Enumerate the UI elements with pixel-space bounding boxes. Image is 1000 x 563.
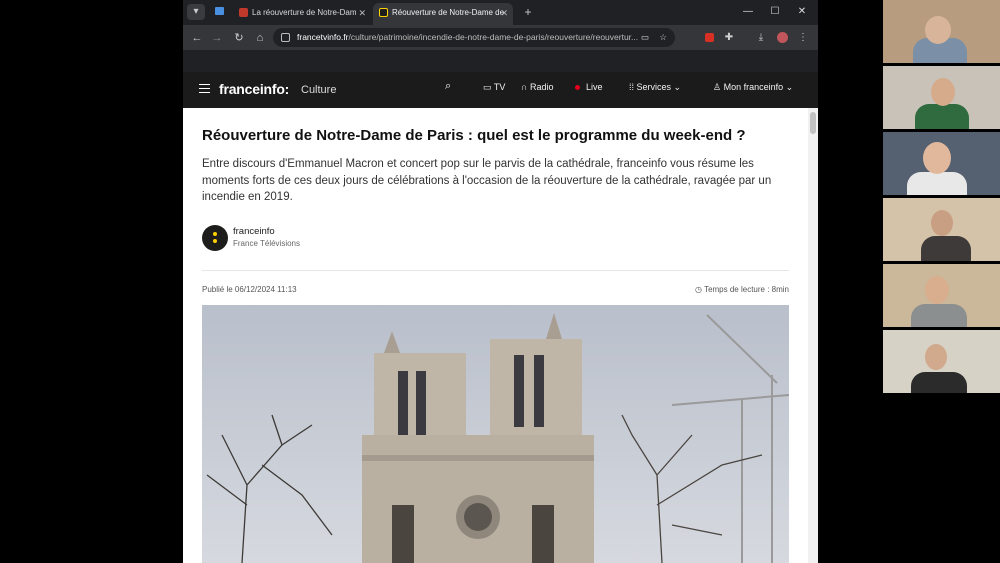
section-label[interactable]: Culture bbox=[301, 84, 336, 96]
bookmark-star-icon[interactable]: ☆ bbox=[659, 28, 667, 47]
chevron-down-icon: ⌄ bbox=[783, 82, 794, 92]
divider bbox=[202, 270, 789, 271]
hero-image[interactable] bbox=[202, 305, 789, 563]
participant-tile[interactable] bbox=[883, 330, 1000, 393]
logo-dot bbox=[213, 232, 217, 236]
download-icon[interactable]: ⤓ bbox=[753, 30, 769, 46]
address-bar[interactable]: francetvinfo.fr/culture/patrimoine/incen… bbox=[273, 28, 675, 47]
browser-window: ▾ La réouverture de Notre-Dam ✕ Réouvert… bbox=[183, 0, 818, 563]
page-scrollbar[interactable] bbox=[808, 108, 818, 563]
extensions-puzzle-icon[interactable]: ✚ bbox=[721, 30, 737, 46]
tab-group-icon[interactable] bbox=[210, 4, 228, 20]
participant-tile[interactable] bbox=[883, 0, 1000, 63]
site-logo[interactable]: franceinfo: bbox=[219, 81, 289, 97]
article-title: Réouverture de Notre-Dame de Paris : que… bbox=[202, 127, 746, 144]
tab-favicon-icon bbox=[379, 8, 388, 18]
profile-avatar[interactable] bbox=[774, 30, 790, 46]
reload-icon[interactable]: ↻ bbox=[231, 30, 247, 46]
participant-tile[interactable] bbox=[883, 132, 1000, 195]
close-window-icon[interactable]: ✕ bbox=[792, 4, 812, 20]
menu-kebab-icon[interactable]: ⋮ bbox=[795, 30, 811, 46]
tab-2-title: Réouverture de Notre-Dame de bbox=[392, 8, 505, 17]
spacer bbox=[183, 50, 818, 72]
url-host: francetvinfo.fr bbox=[297, 32, 349, 42]
grid-icon: ⁞⁞ bbox=[629, 82, 637, 92]
maximize-icon[interactable]: ☐ bbox=[765, 4, 785, 20]
nav-tv-label: TV bbox=[493, 82, 506, 92]
publish-date: Publié le 06/12/2024 11:13 bbox=[202, 285, 297, 294]
nav-radio[interactable]: ∩ Radio bbox=[521, 82, 554, 92]
forward-icon[interactable]: → bbox=[209, 30, 225, 46]
tab-1[interactable]: La réouverture de Notre-Dam ✕ bbox=[233, 3, 371, 25]
nav-services-label: Services bbox=[636, 82, 672, 92]
read-time-label: Temps de lecture : 8min bbox=[704, 285, 789, 294]
nav-radio-label: Radio bbox=[529, 82, 554, 92]
cathedral-photo bbox=[202, 305, 789, 563]
tab-strip: ▾ La réouverture de Notre-Dam ✕ Réouvert… bbox=[183, 0, 818, 25]
nav-live[interactable]: Live bbox=[575, 82, 603, 92]
author-avatar[interactable] bbox=[202, 225, 228, 251]
article-page: Réouverture de Notre-Dame de Paris : que… bbox=[183, 108, 808, 563]
search-icon[interactable]: ⌕ bbox=[445, 80, 451, 93]
clock-icon: ◷ bbox=[695, 285, 705, 294]
participant-tile[interactable] bbox=[883, 198, 1000, 261]
browser-toolbar: ← → ↻ ⌂ francetvinfo.fr/culture/patrimoi… bbox=[183, 25, 818, 50]
author-name[interactable]: franceinfo bbox=[233, 226, 275, 237]
read-time: ◷ Temps de lecture : 8min bbox=[695, 285, 789, 294]
nav-tv[interactable]: ▭ TV bbox=[483, 82, 505, 93]
participant-tile[interactable] bbox=[883, 264, 1000, 327]
nav-account-label: Mon franceinfo bbox=[723, 82, 784, 92]
tab-1-title: La réouverture de Notre-Dam bbox=[252, 8, 357, 17]
nav-account[interactable]: ♙ Mon franceinfo ⌄ bbox=[713, 82, 793, 93]
site-header: franceinfo: Culture ⌕ ▭ TV ∩ Radio Live … bbox=[183, 72, 818, 108]
tv-icon: ▭ bbox=[483, 82, 494, 92]
close-icon[interactable]: ✕ bbox=[500, 3, 508, 23]
home-icon[interactable]: ⌂ bbox=[252, 30, 268, 46]
live-dot-icon bbox=[575, 85, 580, 91]
author-org: France Télévisions bbox=[233, 239, 300, 248]
scrollbar-thumb[interactable] bbox=[810, 112, 816, 134]
video-call-panel bbox=[883, 0, 1000, 400]
participant-tile[interactable] bbox=[883, 66, 1000, 129]
minimize-icon[interactable]: — bbox=[738, 4, 758, 20]
user-icon: ♙ bbox=[713, 82, 724, 92]
hamburger-menu-icon[interactable] bbox=[199, 84, 210, 93]
cast-icon[interactable]: ▭ bbox=[641, 28, 649, 47]
nav-services[interactable]: ⁞⁞ Services ⌄ bbox=[629, 82, 681, 93]
tab-favicon-icon bbox=[239, 8, 248, 18]
article-lead: Entre discours d'Emmanuel Macron et conc… bbox=[202, 158, 772, 203]
chevron-down-icon: ⌄ bbox=[671, 82, 682, 92]
tab-2[interactable]: Réouverture de Notre-Dame de ✕ bbox=[373, 3, 513, 25]
back-icon[interactable]: ← bbox=[189, 30, 205, 46]
url-path: /culture/patrimoine/incendie-de-notre-da… bbox=[348, 32, 639, 42]
site-info-icon[interactable] bbox=[281, 33, 290, 42]
tab-search-icon[interactable]: ▾ bbox=[187, 4, 205, 20]
logo-dot bbox=[213, 239, 217, 243]
nav-live-label: Live bbox=[586, 82, 603, 92]
new-tab-icon[interactable]: + bbox=[519, 4, 537, 20]
extension-icon[interactable] bbox=[701, 30, 717, 46]
headphones-icon: ∩ bbox=[521, 82, 530, 92]
close-icon[interactable]: ✕ bbox=[358, 3, 366, 23]
